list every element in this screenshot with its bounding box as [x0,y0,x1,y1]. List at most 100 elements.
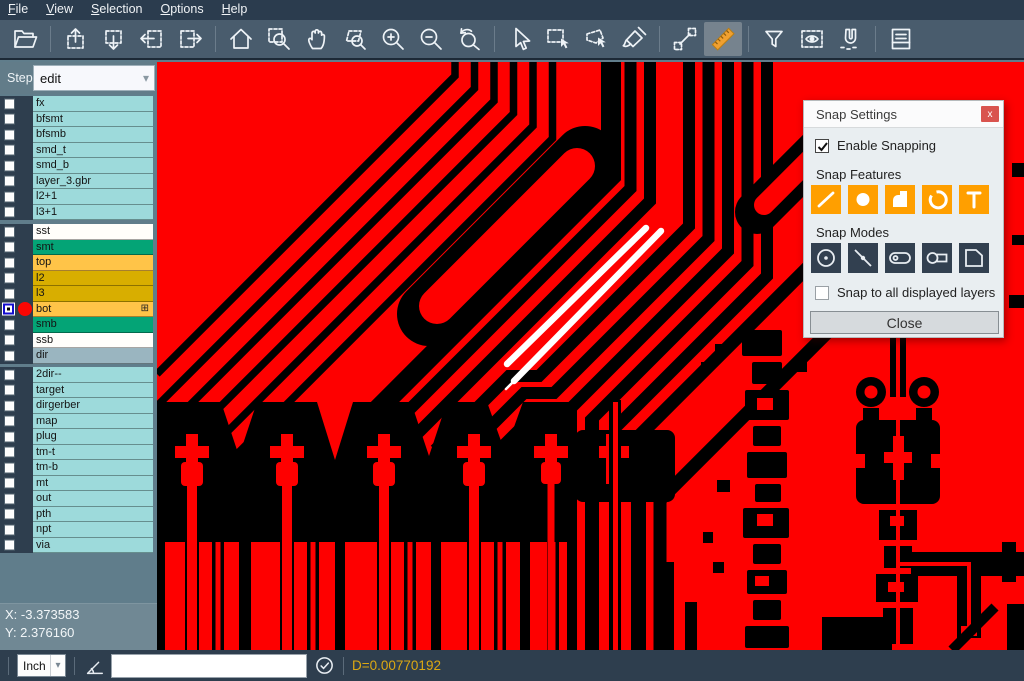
layer-row-npt[interactable]: npt [0,522,157,538]
layer-checkbox[interactable] [4,478,15,489]
layer-checkbox[interactable] [4,145,15,156]
layer-checkbox[interactable] [4,431,15,442]
layer-checkbox[interactable] [4,319,15,330]
layer-name-cell[interactable]: 2dir-- [33,367,153,383]
open-folder-button[interactable] [6,22,44,56]
layer-row-top[interactable]: top [0,255,157,271]
enable-snapping-checkbox[interactable] [815,139,829,153]
sync-icon[interactable] [314,655,335,676]
layer-name-cell[interactable]: smd_t [33,143,153,159]
measure-line-button[interactable] [666,22,704,56]
layer-checkbox[interactable] [4,129,15,140]
layer-row-smt[interactable]: smt [0,240,157,256]
layer-row-tm-t[interactable]: tm-t [0,445,157,461]
layer-row-bfsmb[interactable]: bfsmb [0,127,157,143]
layer-row-l3[interactable]: l3 [0,286,157,302]
layer-row-bot[interactable]: bot⊞ [0,302,157,318]
layer-name-cell[interactable]: smd_b [33,158,153,174]
layer-name-cell[interactable]: mt [33,476,153,492]
layer-name-cell[interactable]: bfsmt [33,112,153,128]
layer-row-ssb[interactable]: ssb [0,333,157,349]
layer-name-cell[interactable]: dirgerber [33,398,153,414]
mode-midpoint-button[interactable] [848,243,878,273]
menu-options[interactable]: Options [151,2,212,18]
layer-checkbox[interactable] [4,540,15,551]
home-view-button[interactable] [222,22,260,56]
paint-brush-button[interactable] [615,22,653,56]
zoom-out-button[interactable] [412,22,450,56]
layer-checkbox[interactable] [4,191,15,202]
mode-center-button[interactable] [811,243,841,273]
select-rectangle-button[interactable] [539,22,577,56]
layer-row-l2+1[interactable]: l2+1 [0,189,157,205]
layer-checkbox[interactable] [4,242,15,253]
menu-help[interactable]: Help [213,2,257,18]
layer-row-tm-b[interactable]: tm-b [0,460,157,476]
layer-row-sst[interactable]: sst [0,224,157,240]
layer-row-mt[interactable]: mt [0,476,157,492]
layer-checkbox[interactable] [4,400,15,411]
snap-point-button[interactable] [848,185,878,214]
mode-corner-button[interactable] [959,243,989,273]
layer-checkbox[interactable] [4,160,15,171]
mode-slot-button[interactable] [922,243,952,273]
zoom-previous-button[interactable] [450,22,488,56]
measure-input[interactable] [111,654,307,678]
layer-row-pth[interactable]: pth [0,507,157,523]
layer-name-cell[interactable]: sst [33,224,153,240]
zoom-in-button[interactable] [374,22,412,56]
layer-checkbox[interactable] [4,273,15,284]
layer-row-smd_b[interactable]: smd_b [0,158,157,174]
layer-row-fx[interactable]: fx [0,96,157,112]
layer-checkbox[interactable] [4,98,15,109]
layer-checkbox[interactable] [4,226,15,237]
select-polygon-button[interactable] [577,22,615,56]
menu-selection[interactable]: Selection [82,2,151,18]
layer-name-cell[interactable]: l2+1 [33,189,153,205]
layer-name-cell[interactable]: bfsmb [33,127,153,143]
layer-name-cell[interactable]: fx [33,96,153,112]
layer-checkbox[interactable] [2,303,15,316]
layer-name-cell[interactable]: top [33,255,153,271]
layer-row-smd_t[interactable]: smd_t [0,143,157,159]
layer-row-l3+1[interactable]: l3+1 [0,205,157,221]
layer-checkbox[interactable] [4,416,15,427]
angle-measure-icon[interactable] [83,655,105,677]
layer-checkbox[interactable] [4,447,15,458]
menu-view[interactable]: View [37,2,82,18]
layer-row-map[interactable]: map [0,414,157,430]
layer-checkbox[interactable] [4,207,15,218]
unit-select[interactable]: Inch ▾ [17,654,66,677]
layer-row-out[interactable]: out [0,491,157,507]
import-left-button[interactable] [133,22,171,56]
highlight-region-button[interactable] [793,22,831,56]
layer-row-via[interactable]: via [0,538,157,554]
layer-row-target[interactable]: target [0,383,157,399]
layer-name-cell[interactable]: plug [33,429,153,445]
layer-name-cell[interactable]: l3 [33,286,153,302]
menu-file[interactable]: File [8,2,37,18]
layer-name-cell[interactable]: out [33,491,153,507]
layer-checkbox[interactable] [4,462,15,473]
layer-name-cell[interactable]: smb [33,317,153,333]
snap-all-layers-checkbox[interactable] [815,286,829,300]
layer-checkbox[interactable] [4,114,15,125]
layer-checkbox[interactable] [4,369,15,380]
layer-row-plug[interactable]: plug [0,429,157,445]
layer-checkbox[interactable] [4,524,15,535]
layer-row-2dir--[interactable]: 2dir-- [0,367,157,383]
dialog-close-button[interactable]: x [981,106,999,122]
layer-name-cell[interactable]: l2 [33,271,153,287]
layer-checkbox[interactable] [4,257,15,268]
layer-row-bfsmt[interactable]: bfsmt [0,112,157,128]
mode-slot-end-button[interactable] [885,243,915,273]
snap-line-button[interactable] [811,185,841,214]
layer-row-dir[interactable]: dir [0,348,157,364]
measure-ruler-button[interactable] [704,22,742,56]
layer-checkbox[interactable] [4,350,15,361]
snap-surface-button[interactable] [885,185,915,214]
layer-row-dirgerber[interactable]: dirgerber [0,398,157,414]
layer-name-cell[interactable]: npt [33,522,153,538]
import-bottom-button[interactable] [95,22,133,56]
pan-hand-button[interactable] [298,22,336,56]
